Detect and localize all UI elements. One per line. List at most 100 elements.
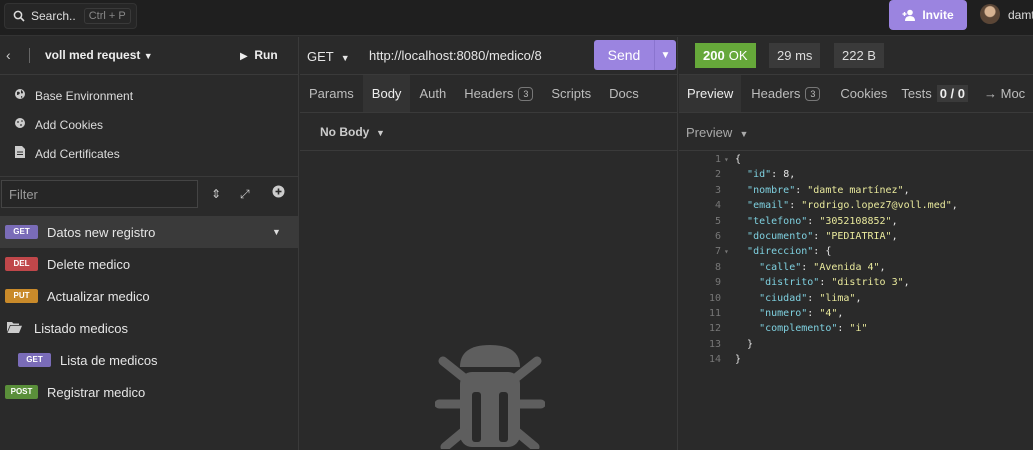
- request-item-delete-medico[interactable]: DEL Delete medico: [0, 248, 299, 280]
- add-icon[interactable]: [272, 185, 285, 201]
- json-key: "calle": [759, 261, 802, 273]
- json-punct: :: [813, 230, 826, 242]
- send-label: Send: [607, 47, 641, 63]
- json-punct: ,: [891, 230, 898, 242]
- username[interactable]: damt: [1008, 8, 1033, 22]
- tab-auth[interactable]: Auth: [410, 75, 455, 112]
- json-punct: ,: [789, 169, 796, 181]
- code-line: 10 "ciudad": "lima",: [679, 293, 1033, 308]
- request-item-lista-de-medicos[interactable]: GET Lista de medicos: [0, 344, 299, 376]
- response-meta: 200 OK 29 ms 222 B: [679, 37, 1033, 75]
- add-certificates-item[interactable]: Add Certificates: [0, 139, 298, 168]
- code-content: }: [735, 339, 753, 350]
- tab-params[interactable]: Params: [300, 75, 363, 112]
- json-punct: :: [801, 261, 814, 273]
- chevron-down-icon[interactable]: ▼: [272, 227, 281, 237]
- method-select[interactable]: GET ▼: [307, 49, 350, 64]
- invite-label: Invite: [922, 8, 954, 22]
- chevron-down-icon[interactable]: ▼: [655, 50, 676, 61]
- json-punct: }: [735, 338, 754, 350]
- response-body-viewer[interactable]: 1 ▾{2 "id": 8, 3 "nombre": "damte martínez…: [679, 154, 1033, 369]
- tab-preview[interactable]: Preview: [679, 75, 742, 112]
- method-badge: DEL: [5, 257, 38, 271]
- folder-item-listado-medicos[interactable]: Listado medicos: [0, 312, 299, 344]
- url-input[interactable]: http://localhost:8080/medico/8: [369, 48, 542, 63]
- headers-count-badge: 3: [518, 86, 534, 101]
- back-icon[interactable]: ‹: [6, 47, 11, 63]
- json-punct: :: [807, 215, 820, 227]
- tab-mock[interactable]: → Moc: [976, 75, 1033, 112]
- request-label: Lista de medicos: [60, 352, 158, 368]
- preview-mode-select[interactable]: Preview ▼: [686, 125, 748, 140]
- expand-icon[interactable]: ⤢: [240, 187, 250, 202]
- env-item-label: Base Environment: [35, 88, 134, 103]
- send-button[interactable]: Send ▼: [594, 40, 676, 70]
- code-content: "documento": "PEDIATRIA",: [735, 231, 898, 242]
- tab-response-headers[interactable]: Headers 3: [741, 75, 828, 112]
- tab-headers[interactable]: Headers 3: [455, 75, 542, 112]
- response-time: 29 ms: [769, 43, 821, 68]
- tab-cookies[interactable]: Cookies: [828, 75, 895, 112]
- tab-label: Docs: [609, 86, 639, 101]
- tab-scripts[interactable]: Scripts: [542, 75, 600, 112]
- json-punct: ,: [879, 261, 886, 273]
- tab-docs[interactable]: Docs: [600, 75, 648, 112]
- code-line: 3 "nombre": "damte martínez",: [679, 185, 1033, 200]
- code-line: 7 ▾ "direccion": {: [679, 246, 1033, 261]
- request-item-registrar-medico[interactable]: POST Registrar medico: [0, 376, 299, 408]
- tab-label: → Moc: [984, 86, 1026, 101]
- json-punct: :: [837, 323, 850, 335]
- sort-icon[interactable]: ⇕: [211, 187, 221, 201]
- request-label: Actualizar medico: [47, 288, 150, 304]
- json-punct: ,: [903, 277, 910, 289]
- add-cookies-item[interactable]: Add Cookies: [0, 110, 298, 139]
- search-icon: [13, 10, 25, 22]
- json-punct: {: [825, 246, 832, 258]
- json-string: "distrito 3": [831, 277, 904, 289]
- line-number: 13: [708, 338, 721, 350]
- avatar[interactable]: [980, 4, 1000, 24]
- request-item-actualizar-medico[interactable]: PUT Actualizar medico: [0, 280, 299, 312]
- method-label: GET: [307, 49, 334, 64]
- headers-count-badge: 3: [805, 86, 821, 101]
- body-type-select[interactable]: No Body ▼: [320, 125, 385, 139]
- preview-mode-label: Preview: [686, 125, 733, 140]
- request-item-datos-new-registro[interactable]: GET Datos new registro ▼: [0, 216, 299, 248]
- base-environment-item[interactable]: Base Environment: [0, 81, 298, 110]
- run-button[interactable]: ▶ Run: [240, 48, 278, 62]
- line-number: 11: [708, 307, 721, 319]
- json-punct: :: [807, 292, 820, 304]
- filter-input[interactable]: [1, 180, 198, 208]
- chevron-down-icon: ▼: [376, 128, 385, 138]
- chevron-down-icon: ▼: [340, 53, 350, 63]
- line-number: 8: [714, 261, 721, 273]
- request-label: Delete medico: [47, 256, 131, 272]
- collection-name-dropdown[interactable]: voll med request ▼: [45, 48, 153, 62]
- line-number: 10: [708, 292, 721, 304]
- status-code: 200: [703, 48, 725, 63]
- code-line: 11 "numero": "4",: [679, 308, 1033, 323]
- invite-button[interactable]: Invite: [889, 0, 967, 30]
- tab-body[interactable]: Body: [362, 75, 411, 112]
- response-size: 222 B: [834, 43, 884, 68]
- search-button[interactable]: Search.. Ctrl + P: [4, 3, 137, 29]
- json-key: "complemento": [759, 323, 838, 335]
- tab-label: Cookies: [840, 86, 888, 101]
- fold-arrow-icon: ▾: [724, 247, 729, 257]
- code-line: 6 "documento": "PEDIATRIA",: [679, 231, 1033, 246]
- response-tabs: Preview Headers 3 Cookies Tests 0 / 0 → Mo…: [679, 75, 1033, 113]
- bug-icon: [435, 345, 545, 449]
- code-content: "id": 8,: [735, 169, 795, 180]
- certificate-icon: [14, 146, 26, 161]
- json-string: "damte martínez": [807, 184, 904, 196]
- json-key: "email": [747, 200, 790, 212]
- play-icon: ▶: [240, 51, 248, 62]
- tab-tests[interactable]: Tests 0 / 0: [895, 75, 976, 112]
- json-punct: ,: [837, 307, 844, 319]
- code-line: 8 "calle": "Avenida 4",: [679, 262, 1033, 277]
